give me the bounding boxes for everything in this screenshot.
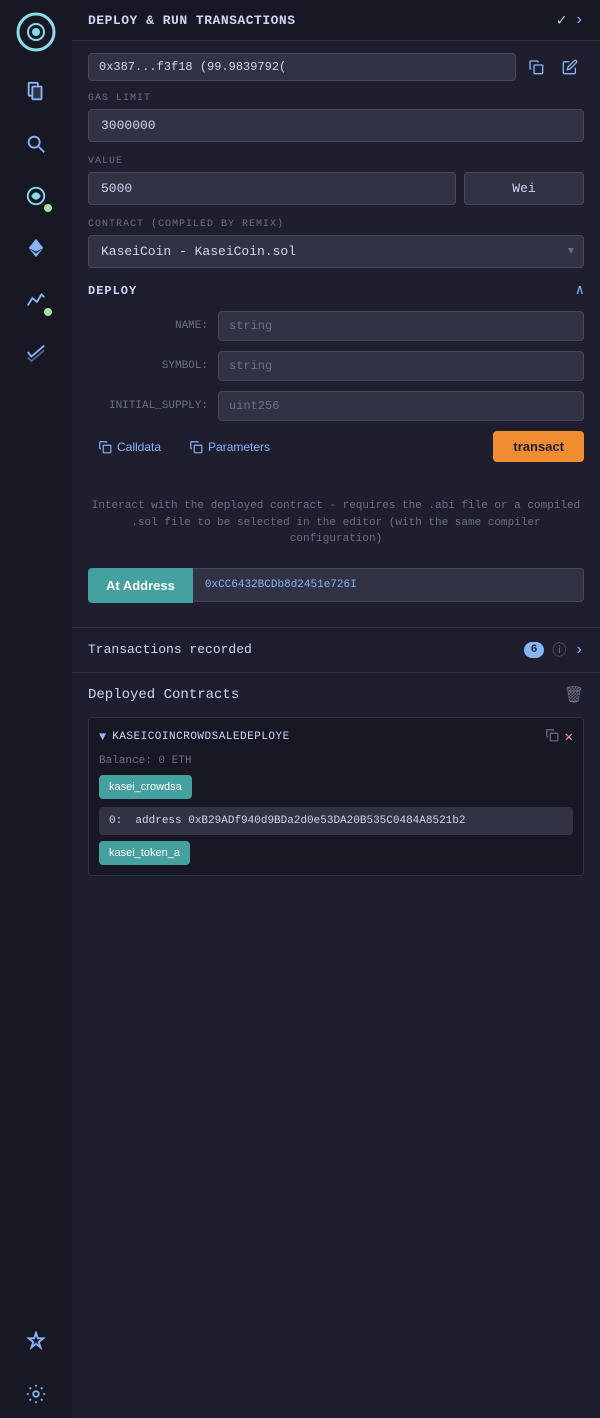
edit-account-button[interactable] — [556, 53, 584, 81]
at-address-row: At Address — [88, 568, 584, 603]
deploy-section: DEPLOY ∧ NAME: SYMBOL: INITIAL_SUPPLY: — [88, 282, 584, 462]
transactions-info-icon: ⓘ — [552, 640, 566, 660]
content-area: 0x387...f3f18 (99.9839792( GAS LIMIT — [72, 41, 600, 488]
address-value: 0xB29ADf940d9BDa2d0e53DA20B535C0484A8521… — [188, 815, 465, 827]
contract-label: CONTRACT (Compiled by Remix) — [88, 219, 584, 230]
symbol-field: SYMBOL: — [88, 351, 584, 381]
contract-address-output: 0: address 0xB29ADf940d9BDa2d0e53DA20B53… — [99, 807, 573, 836]
parameters-label: Parameters — [208, 440, 270, 454]
account-row: 0x387...f3f18 (99.9839792( — [88, 53, 584, 81]
deploy-run-icon[interactable] — [12, 172, 60, 220]
transactions-chevron-icon[interactable]: › — [574, 641, 584, 659]
address-index: 0: — [109, 815, 129, 827]
copy-account-button[interactable] — [522, 53, 550, 81]
at-address-container: At Address — [72, 568, 600, 627]
chevron-right-icon[interactable]: › — [574, 11, 584, 29]
gas-limit-label: GAS LIMIT — [88, 93, 584, 104]
name-input[interactable] — [218, 311, 584, 341]
transactions-recorded-label: Transactions recorded — [88, 642, 516, 657]
kasei-token-button[interactable]: kasei_token_a — [99, 841, 190, 865]
deployed-contracts-section: Deployed Contracts 🗑 ▼ KASEICOINCROWDSAL… — [72, 673, 600, 899]
header-actions: ✓ › — [557, 10, 584, 30]
sidebar — [0, 0, 72, 1418]
unit-select[interactable]: Wei — [464, 172, 584, 205]
deployed-contracts-title: Deployed Contracts — [88, 687, 239, 703]
deployed-contracts-header: Deployed Contracts 🗑 — [88, 685, 584, 705]
logo-icon — [12, 8, 60, 56]
ethereum-icon[interactable] — [12, 224, 60, 272]
initial-supply-field: INITIAL_SUPPLY: — [88, 391, 584, 421]
at-address-input[interactable] — [193, 568, 584, 602]
contract-card-header: ▼ KASEICOINCROWDSALEDEPLOYE ✕ — [99, 728, 573, 747]
settings-icon[interactable] — [12, 1370, 60, 1418]
plugin-icon[interactable] — [12, 1318, 60, 1366]
value-row: Wei — [88, 172, 584, 205]
clear-contracts-button[interactable]: 🗑 — [564, 685, 584, 705]
contract-select-wrapper: KaseiCoin - KaseiCoin.sol — [88, 235, 584, 268]
close-contract-button[interactable]: ✕ — [565, 729, 573, 746]
contract-group: CONTRACT (Compiled by Remix) KaseiCoin -… — [88, 219, 584, 268]
symbol-label: SYMBOL: — [88, 360, 218, 372]
action-row: Calldata Parameters transact — [88, 431, 584, 462]
info-text: Interact with the deployed contract - re… — [72, 488, 600, 558]
gas-limit-input[interactable] — [88, 109, 584, 142]
check-icon: ✓ — [557, 10, 567, 30]
name-field: NAME: — [88, 311, 584, 341]
initial-supply-input[interactable] — [218, 391, 584, 421]
collapse-deploy-button[interactable]: ∧ — [576, 282, 584, 299]
parameters-button[interactable]: Parameters — [179, 434, 280, 460]
value-label: VALUE — [88, 156, 584, 167]
calldata-button[interactable]: Calldata — [88, 434, 171, 460]
at-address-button[interactable]: At Address — [88, 568, 193, 603]
value-group: VALUE Wei — [88, 156, 584, 205]
initial-supply-label: INITIAL_SUPPLY: — [88, 400, 218, 412]
gas-limit-group: GAS LIMIT — [88, 93, 584, 142]
copy-contract-button[interactable] — [545, 728, 559, 747]
value-input[interactable] — [88, 172, 456, 205]
verify-icon[interactable] — [12, 328, 60, 376]
contract-select[interactable]: KaseiCoin - KaseiCoin.sol — [88, 235, 584, 268]
account-select[interactable]: 0x387...f3f18 (99.9839792( — [88, 53, 516, 81]
deploy-header: DEPLOY ∧ — [88, 282, 584, 299]
transactions-recorded-row[interactable]: Transactions recorded 6 ⓘ › — [72, 627, 600, 673]
analytics-icon[interactable] — [12, 276, 60, 324]
search-icon[interactable] — [12, 120, 60, 168]
contract-card: ▼ KASEICOINCROWDSALEDEPLOYE ✕ Balance: 0… — [88, 717, 584, 877]
panel-title: DEPLOY & RUN TRANSACTIONS — [88, 13, 296, 28]
transact-button[interactable]: transact — [493, 431, 584, 462]
contract-balance: Balance: 0 ETH — [99, 755, 573, 767]
contract-expand-button[interactable]: ▼ — [99, 730, 106, 744]
deploy-title: DEPLOY — [88, 284, 137, 298]
kasei-crowdsale-button[interactable]: kasei_crowdsa — [99, 775, 192, 799]
address-key: address — [135, 815, 188, 827]
contract-card-name: KASEICOINCROWDSALEDEPLOYE — [112, 731, 538, 743]
calldata-label: Calldata — [117, 440, 161, 454]
panel-header: DEPLOY & RUN TRANSACTIONS ✓ › — [72, 0, 600, 41]
transactions-count-badge: 6 — [524, 642, 545, 658]
symbol-input[interactable] — [218, 351, 584, 381]
main-panel: DEPLOY & RUN TRANSACTIONS ✓ › 0x387...f3… — [72, 0, 600, 1418]
file-icon[interactable] — [12, 68, 60, 116]
name-label: NAME: — [88, 320, 218, 332]
